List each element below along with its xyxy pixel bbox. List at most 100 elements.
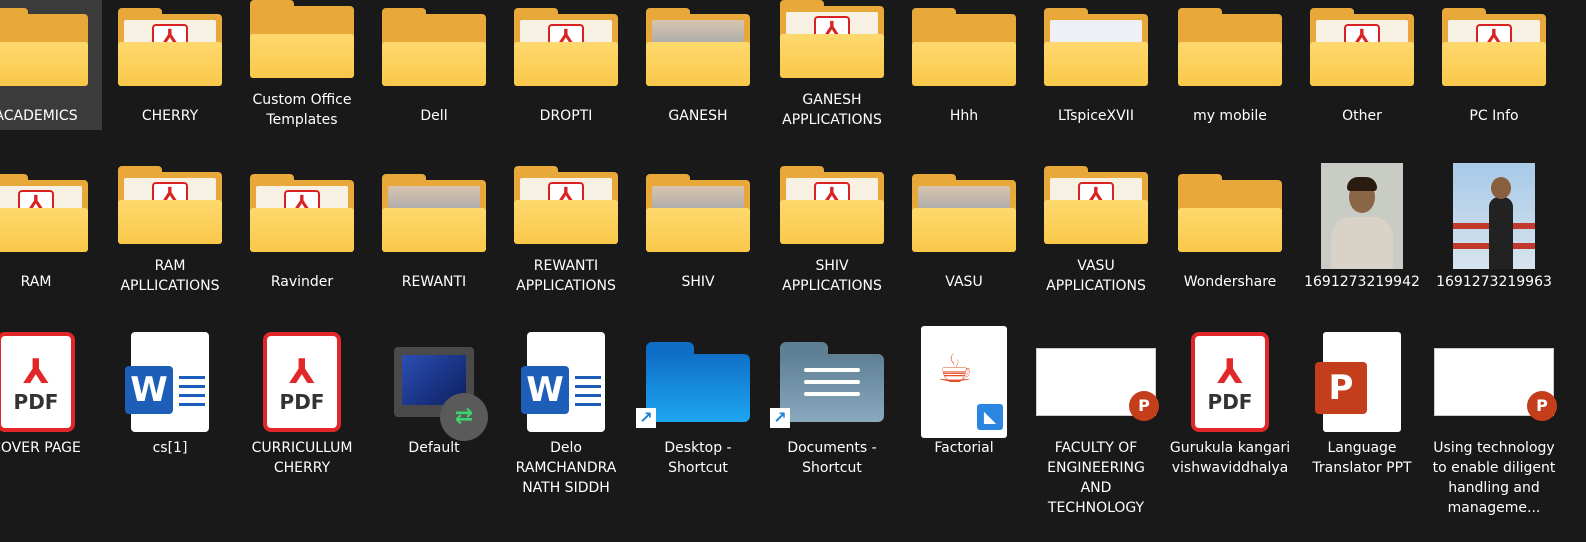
file-item[interactable]: ⅄ RAM APLLICATIONS [104, 166, 236, 296]
folder-front [0, 208, 88, 252]
file-name-label: Default [408, 440, 460, 456]
file-thumbnail [1164, 166, 1296, 266]
file-name-label: LTspiceXVII [1058, 108, 1134, 124]
file-item[interactable]: 1691273219963 [1428, 163, 1560, 296]
file-item[interactable]: ↗ Desktop - Shortcut [632, 332, 764, 542]
folder-front [1442, 42, 1546, 86]
file-item[interactable]: P Language Translator PPT [1296, 332, 1428, 542]
folder-body [646, 354, 750, 422]
file-item[interactable]: SHIV [632, 166, 764, 296]
file-thumbnail: ↗ [632, 332, 764, 432]
folder-front [646, 42, 750, 86]
word-file-icon: W [521, 332, 605, 432]
document-lines [179, 376, 205, 412]
file-name-label: Dell [420, 108, 448, 124]
folder-pdf-icon: ⅄ [780, 0, 884, 84]
ppt-slide-thumbnail-icon: P [1036, 348, 1159, 421]
file-item[interactable]: ⅄ PDF Gurukula kangari vishwaviddhalya [1164, 332, 1296, 542]
file-item[interactable]: my mobile [1164, 0, 1296, 130]
file-item[interactable]: ↗ Documents - Shortcut [766, 332, 898, 542]
photo-head [1491, 177, 1511, 199]
file-item[interactable]: ⅄ VASU APPLICATIONS [1030, 166, 1162, 296]
file-item[interactable]: ⅄ CHERRY [104, 0, 236, 130]
file-thumbnail: P [1030, 332, 1162, 432]
file-item[interactable]: ⅄ RAM [0, 166, 102, 296]
file-item[interactable]: Wcs[1] [104, 332, 236, 542]
file-thumbnail [368, 0, 500, 100]
file-item[interactable]: Hhh [898, 0, 1030, 130]
word-badge-icon: W [521, 366, 569, 414]
file-name-label: Using technology to enable diligent hand… [1432, 440, 1556, 516]
file-name-label: Desktop - Shortcut [664, 440, 732, 476]
file-name-label: CURRICULLUM CHERRY [251, 440, 353, 476]
ppt-slide-thumbnail-icon: P [1434, 348, 1557, 421]
file-item[interactable]: REWANTI [368, 166, 500, 296]
folder-pdf-icon: ⅄ [514, 166, 618, 250]
file-item[interactable]: LTspiceXVII [1030, 0, 1162, 130]
file-item[interactable]: P Using technology to enable diligent han… [1428, 332, 1560, 542]
folder-front [514, 200, 618, 244]
file-item[interactable]: ⅄ PDF COVER PAGE [0, 332, 102, 542]
pdf-label: PDF [279, 390, 325, 414]
shortcut-arrow-icon: ↗ [770, 408, 790, 428]
document-line [179, 403, 205, 406]
folder-front [382, 42, 486, 86]
folder-pdf-icon: ⅄ [514, 8, 618, 92]
file-name-label: GANESH [668, 108, 728, 124]
document-line [179, 376, 205, 379]
document-line [804, 392, 860, 396]
file-item[interactable]: VASU [898, 166, 1030, 296]
file-item[interactable]: ⅄ GANESH APPLICATIONS [766, 0, 898, 130]
file-item[interactable]: Dell [368, 0, 500, 130]
file-name-label: FACULTY OF ENGINEERING AND TECHNOLOGY [1047, 440, 1145, 516]
file-item[interactable]: ⅄ DROPTI [500, 0, 632, 130]
file-item[interactable]: ACADEMICS [0, 0, 102, 130]
file-name-label: REWANTI [401, 274, 467, 290]
file-item[interactable]: ☕ ◣ Factorial [898, 326, 1030, 542]
file-name-label: SHIV [681, 274, 715, 290]
folder-front [118, 200, 222, 244]
file-thumbnail [1428, 163, 1560, 269]
java-file-icon: ☕ ◣ [921, 326, 1007, 438]
file-item[interactable]: 1691273219942 [1296, 163, 1428, 296]
folder-icon [1178, 174, 1282, 258]
file-thumbnail: ⅄ [104, 0, 236, 100]
file-thumbnail: ⅄ [766, 166, 898, 250]
word-file-icon: W [125, 332, 209, 432]
file-item[interactable]: P FACULTY OF ENGINEERING AND TECHNOLOGY [1030, 332, 1162, 542]
folder-front [912, 42, 1016, 86]
folder-front [1178, 208, 1282, 252]
photo-hair [1347, 177, 1377, 191]
file-item[interactable]: Custom Office Templates [236, 0, 368, 130]
pdf-file-icon: ⅄ PDF [263, 332, 341, 432]
folder-photo-icon [912, 174, 1016, 258]
file-name-label: PC Info [1469, 108, 1519, 124]
file-item[interactable]: ⅄ PC Info [1428, 0, 1560, 130]
file-name-label: GANESH APPLICATIONS [782, 92, 882, 128]
file-thumbnail: ⅄ [1428, 0, 1560, 100]
file-item[interactable]: W Delo RAMCHANDRA NATH SIDDH [500, 332, 632, 542]
file-name-label: Gurukula kangari vishwaviddhalya [1169, 440, 1291, 476]
file-thumbnail [1296, 163, 1428, 269]
file-item[interactable]: ⅄ Other [1296, 0, 1428, 130]
file-name-label: Ravinder [270, 274, 334, 290]
photo-outdoor-icon [1453, 163, 1535, 269]
document-line [575, 385, 601, 388]
document-lines [804, 368, 860, 404]
file-item[interactable]: ⅄ REWANTI APPLICATIONS [500, 166, 632, 296]
file-item[interactable]: ⅄ Ravinder [236, 166, 368, 296]
folder-pdf-icon: ⅄ [1044, 166, 1148, 250]
file-item[interactable]: Wondershare [1164, 166, 1296, 296]
acrobat-symbol-icon: ⅄ [1217, 352, 1243, 392]
file-item[interactable]: ⅄ PDF CURRICULLUM CHERRY [236, 332, 368, 542]
document-line [804, 380, 860, 384]
file-name-label: Language Translator PPT [1312, 440, 1412, 476]
folder-front [780, 200, 884, 244]
file-thumbnail [632, 166, 764, 266]
file-item[interactable]: ⅄ SHIV APPLICATIONS [766, 166, 898, 296]
file-item[interactable]: ⇄ Default [368, 332, 500, 542]
folder-front [382, 208, 486, 252]
file-item[interactable]: GANESH [632, 0, 764, 130]
document-lines [575, 376, 601, 412]
folder-front [1044, 42, 1148, 86]
